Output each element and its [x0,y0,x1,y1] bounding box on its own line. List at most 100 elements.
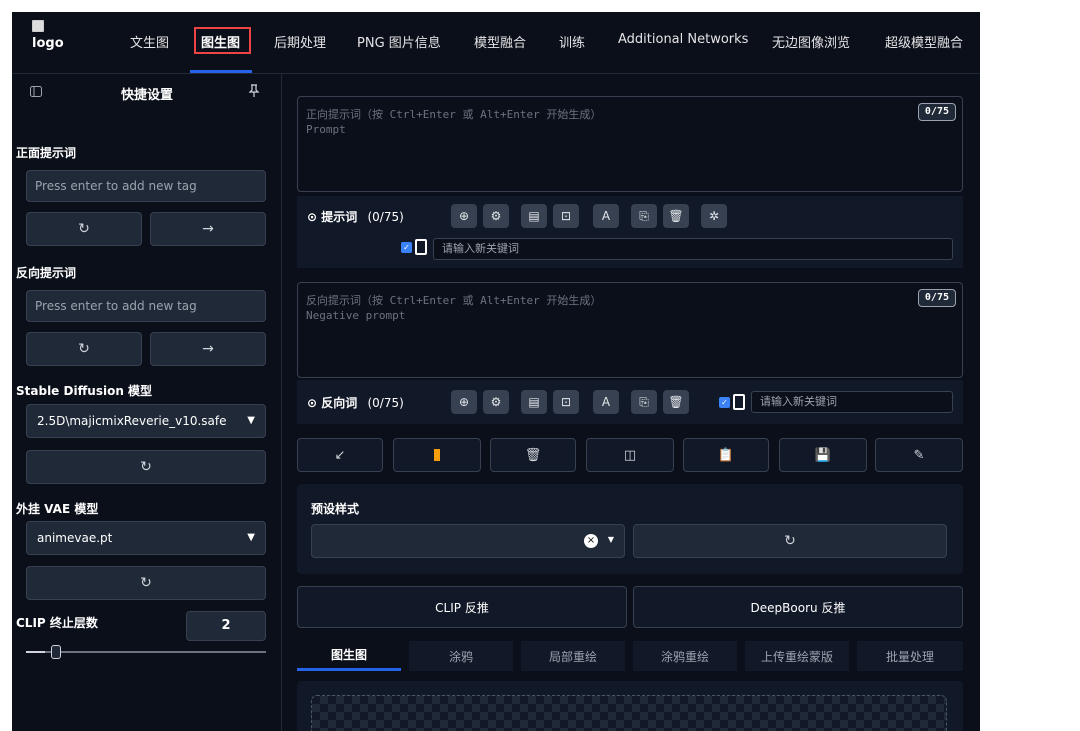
refresh-icon: ↻ [78,341,90,357]
magic-wand-button[interactable]: ✎ [875,438,963,472]
tab-train[interactable]: 训练 [559,32,585,51]
clear-button[interactable]: 🗑 [490,438,576,472]
styles-refresh-button[interactable]: ↻ [633,524,947,558]
refresh-icon: ↻ [784,533,796,549]
settings-icon[interactable]: ⚙ [483,390,509,414]
app-window: logo 文生图 图生图 后期处理 PNG 图片信息 模型融合 训练 Addit… [12,12,980,731]
positive-refresh-button[interactable]: ↻ [26,212,142,246]
negative-tag-input[interactable]: Press enter to add new tag [26,290,266,322]
paste-button[interactable] [393,438,481,472]
logo-alt-text: logo [32,36,64,51]
clip-skip-label: CLIP 终止层数 [16,616,98,630]
abc-icon[interactable]: A [593,204,619,228]
positive-tag-label: 正面提示词 [16,146,77,160]
deepbooru-interrogate-button[interactable]: DeepBooru 反推 [633,586,963,628]
clear-x-icon[interactable]: × [584,534,598,548]
negative-prompt-placeholder-2: Negative prompt [306,309,406,322]
tab-model-merge[interactable]: 模型融合 [474,32,526,51]
phone-icon [415,239,427,255]
caret-down-icon: ▼ [247,532,255,543]
subtab-inpaint[interactable]: 局部重绘 [521,641,625,671]
sd-model-label: Stable Diffusion 模型 [16,384,153,398]
negative-prompt-toolbar: ⊙ 反向词 (0/75) ⊕ ⚙ ▤ ⊡ A ⎘ 🗑 ✓ 请输入新关键词 [297,380,963,424]
logo: logo [32,20,76,60]
subtab-inpaint-upload[interactable]: 上传重绘蒙版 [745,641,849,671]
quick-settings-sidebar: 快捷设置 正面提示词 Press enter to add new tag ↻ … [12,74,282,731]
positive-prompt-textarea[interactable]: 正向提示词（按 Ctrl+Enter 或 Alt+Enter 开始生成） Pro… [297,96,963,192]
sd-model-value: 2.5D\majicmixReverie_v10.safe [37,414,227,428]
negative-refresh-button[interactable]: ↻ [26,332,142,366]
top-nav: logo 文生图 图生图 后期处理 PNG 图片信息 模型融合 训练 Addit… [12,12,980,70]
keyword-checkbox[interactable]: ✓ [401,242,412,253]
folder-icon [434,449,440,461]
refresh-icon: ↻ [140,575,152,591]
slider-thumb[interactable] [51,645,62,659]
gear-icon[interactable]: ✲ [701,204,727,228]
positive-prompt-placeholder-2: Prompt [306,123,346,136]
vae-label: 外挂 VAE 模型 [16,502,99,516]
tab-super-merger[interactable]: 超级模型融合 [885,32,963,51]
save-style-button[interactable]: 💾 [779,438,867,472]
caret-down-icon: ▼ [607,535,614,544]
clip-skip-slider[interactable] [26,645,266,659]
trash-icon[interactable]: 🗑 [663,390,689,414]
sd-model-refresh-button[interactable]: ↻ [26,450,266,484]
negative-collapse-toggle[interactable]: ⊙ 反向词 (0/75) [307,394,404,411]
positive-prompt-toolbar: ⊙ 提示词 (0/75) ⊕ ⚙ ▤ ⊡ A ⎘ 🗑 ✲ ✓ 请输入新关键词 [297,196,963,268]
clip-interrogate-button[interactable]: CLIP 反推 [297,586,627,628]
negative-prompt-placeholder-1: 反向提示词（按 Ctrl+Enter 或 Alt+Enter 开始生成） [306,294,602,307]
tab-infinite-image-browsing[interactable]: 无边图像浏览 [772,32,850,51]
highlight-box [194,27,251,54]
arrow-right-icon: → [202,341,214,357]
copy-icon[interactable]: ⎘ [631,204,657,228]
keyword-checkbox[interactable]: ✓ [719,397,730,408]
translate-icon[interactable]: ⊕ [451,204,477,228]
vae-value: animevae.pt [37,531,113,545]
negative-send-button[interactable]: → [150,332,266,366]
tab-txt2img[interactable]: 文生图 [130,32,169,51]
positive-prompt-placeholder-1: 正向提示词（按 Ctrl+Enter 或 Alt+Enter 开始生成） [306,108,602,121]
abc-icon[interactable]: A [593,390,619,414]
phone-icon [733,394,745,410]
subtab-sketch[interactable]: 涂鸦 [409,641,513,671]
keyword-input[interactable]: 请输入新关键词 [751,391,953,413]
negative-tag-label: 反向提示词 [16,266,77,280]
negative-prompt-textarea[interactable]: 反向提示词（按 Ctrl+Enter 或 Alt+Enter 开始生成） Neg… [297,282,963,378]
save-icon: 💾 [814,447,832,463]
broken-image-icon [32,20,44,32]
subtab-img2img[interactable]: 图生图 [297,641,401,671]
tab-png-info[interactable]: PNG 图片信息 [357,32,441,51]
image-drop-zone[interactable] [311,695,947,731]
extra-networks-button[interactable]: ◫ [586,438,674,472]
translate-icon[interactable]: ⊕ [451,390,477,414]
prompt-collapse-toggle[interactable]: ⊙ 提示词 (0/75) [307,208,404,225]
bookmark-icon[interactable]: ⊡ [553,204,579,228]
apply-style-button[interactable]: 📋 [683,438,769,472]
vae-select[interactable]: animevae.pt ▼ [26,521,266,555]
trash-icon[interactable]: 🗑 [663,204,689,228]
read-params-button[interactable]: ↙ [297,438,383,472]
styles-label: 预设样式 [311,502,360,516]
sd-model-select[interactable]: 2.5D\majicmixReverie_v10.safe ▼ [26,404,266,438]
pin-icon[interactable] [248,84,260,98]
clip-skip-number[interactable]: 2 [186,611,266,641]
subtab-batch[interactable]: 批量处理 [857,641,963,671]
vae-refresh-button[interactable]: ↻ [26,566,266,600]
tab-extras[interactable]: 后期处理 [274,32,326,51]
token-counter: 0/75 [917,289,956,307]
sidebar-header: 快捷设置 [12,74,282,108]
styles-select[interactable]: × ▼ [311,524,625,558]
positive-send-button[interactable]: → [150,212,266,246]
tab-additional-networks[interactable]: Additional Networks [618,32,748,47]
copy-icon[interactable]: ⎘ [631,390,657,414]
settings-icon[interactable]: ⚙ [483,204,509,228]
bookmark-icon[interactable]: ⊡ [553,390,579,414]
styles-panel: 预设样式 × ▼ ↻ [297,484,963,574]
keyword-input[interactable]: 请输入新关键词 [433,238,953,260]
file-icon[interactable]: ▤ [521,204,547,228]
image-upload-area [297,681,963,731]
subtab-inpaint-sketch[interactable]: 涂鸦重绘 [633,641,737,671]
file-icon[interactable]: ▤ [521,390,547,414]
positive-tag-input[interactable]: Press enter to add new tag [26,170,266,202]
caret-down-icon: ▼ [247,415,255,426]
